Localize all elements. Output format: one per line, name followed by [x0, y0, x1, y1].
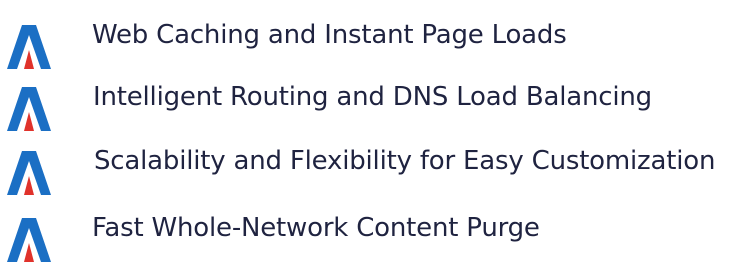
stylized-a-logo-icon	[7, 25, 51, 69]
feature-list: Web Caching and Instant Page Loads Intel…	[0, 0, 748, 268]
feature-label: Scalability and Flexibility for Easy Cus…	[94, 146, 716, 176]
stylized-a-logo-icon	[7, 87, 51, 131]
stylized-a-logo-icon	[7, 218, 51, 262]
feature-item: Web Caching and Instant Page Loads	[0, 14, 748, 74]
stylized-a-logo-icon	[7, 151, 51, 195]
feature-label: Intelligent Routing and DNS Load Balanci…	[93, 82, 652, 112]
feature-item: Intelligent Routing and DNS Load Balanci…	[0, 76, 748, 136]
feature-item: Scalability and Flexibility for Easy Cus…	[0, 140, 748, 200]
feature-label: Fast Whole-Network Content Purge	[92, 213, 540, 243]
feature-label: Web Caching and Instant Page Loads	[92, 20, 567, 50]
feature-item: Fast Whole-Network Content Purge	[0, 207, 748, 267]
